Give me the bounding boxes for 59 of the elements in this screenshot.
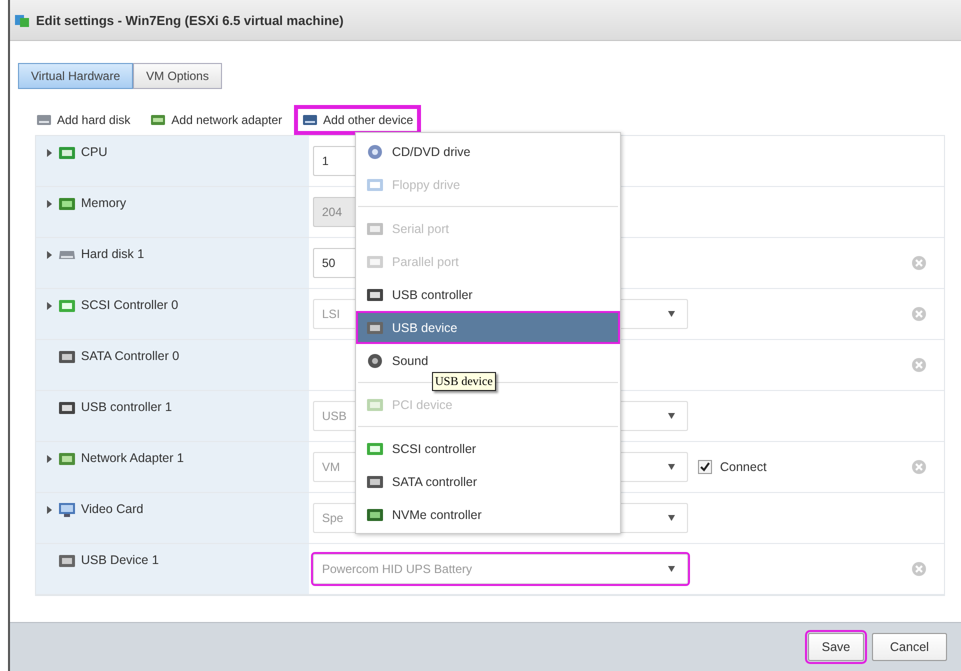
menu-item[interactable]: NVMe controller: [356, 498, 620, 531]
menu-item[interactable]: USB device: [356, 311, 620, 344]
dialog-button[interactable]: Save: [808, 633, 864, 661]
device-label: Hard disk 1: [81, 247, 144, 261]
tab[interactable]: VM Options: [133, 63, 222, 89]
caret-icon: [668, 464, 675, 470]
usb-icon: [366, 286, 384, 302]
usb-icon: [366, 320, 384, 336]
caret-icon: [668, 413, 675, 419]
toolbar-button[interactable]: Add network adapter: [144, 107, 288, 133]
memory-icon: [58, 196, 76, 212]
device-label: Network Adapter 1: [81, 451, 184, 465]
controller-icon: [58, 349, 76, 365]
menu-item[interactable]: CD/DVD drive: [356, 135, 620, 168]
floppy-icon: [366, 176, 384, 192]
toolbar-button[interactable]: Add other device: [296, 107, 420, 133]
caret-icon: [668, 515, 675, 521]
controller-icon: [58, 298, 76, 314]
network-card-icon: [150, 113, 166, 127]
menu-item[interactable]: USB controller: [356, 278, 620, 311]
device-label: Video Card: [81, 502, 144, 516]
card-icon: [366, 506, 384, 522]
expand-icon[interactable]: [47, 302, 53, 310]
tooltip: USB device: [432, 372, 496, 391]
device-label: Memory: [81, 196, 126, 210]
expand-icon[interactable]: [47, 455, 53, 463]
device-label: SATA Controller 0: [81, 349, 180, 363]
device-label: CPU: [81, 145, 108, 159]
expand-icon[interactable]: [47, 506, 53, 514]
checkbox[interactable]: [698, 460, 712, 474]
device-label: SCSI Controller 0: [81, 298, 178, 312]
device-icon: [302, 113, 318, 127]
usb-icon: [58, 400, 76, 416]
disc-icon: [366, 352, 384, 368]
tab[interactable]: Virtual Hardware: [18, 63, 134, 89]
device-label: USB controller 1: [81, 400, 172, 414]
dialog-button[interactable]: Cancel: [872, 633, 947, 661]
port-icon: [366, 254, 384, 270]
app-icon: [14, 12, 30, 28]
chip-icon: [58, 145, 76, 161]
toolbar-button[interactable]: Add hard disk: [30, 107, 136, 133]
monitor-icon: [58, 502, 76, 518]
checkbox-label: Connect: [720, 460, 767, 474]
device-label: USB Device 1: [81, 553, 159, 567]
window-title: Edit settings - Win7Eng (ESXi 6.5 virtual machine): [36, 12, 344, 28]
caret-icon: [668, 566, 675, 572]
port-icon: [366, 220, 384, 236]
caret-icon: [668, 311, 675, 317]
card-icon: [366, 396, 384, 412]
menu-item[interactable]: SCSI controller: [356, 432, 620, 465]
disc-icon: [366, 144, 384, 160]
expand-icon[interactable]: [47, 200, 53, 208]
expand-icon[interactable]: [47, 251, 53, 259]
expand-icon[interactable]: [47, 149, 53, 157]
menu-item[interactable]: SATA controller: [356, 465, 620, 498]
controller-icon: [366, 440, 384, 456]
network-card-icon: [58, 451, 76, 467]
controller-icon: [366, 474, 384, 490]
usb-icon: [58, 553, 76, 569]
